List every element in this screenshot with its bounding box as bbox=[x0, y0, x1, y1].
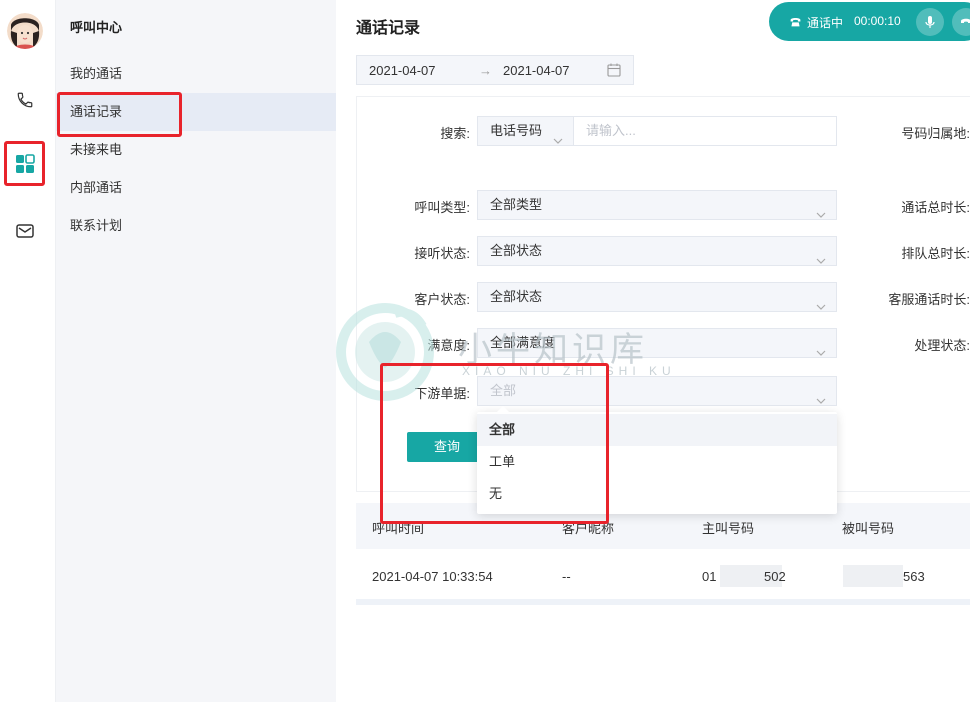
search-input[interactable]: 请输入... bbox=[574, 116, 837, 146]
phone-icon[interactable] bbox=[8, 83, 42, 117]
chevron-down-icon bbox=[816, 338, 826, 366]
arrow-right-icon: → bbox=[479, 62, 492, 78]
handling-status-label: 处理状态: bbox=[914, 338, 970, 353]
dropdown-option-none[interactable]: 无 bbox=[477, 478, 837, 510]
call-status-text: 通话中 bbox=[807, 16, 844, 30]
agent-duration-label: 客服通话时长: bbox=[888, 292, 970, 307]
call-timer: 00:00:10 bbox=[854, 14, 901, 28]
phone-icon bbox=[789, 15, 802, 31]
column-header-call-time[interactable]: 呼叫时间 bbox=[372, 518, 424, 537]
grid-apps-icon[interactable] bbox=[8, 147, 42, 181]
dropdown-option-all[interactable]: 全部 bbox=[477, 414, 837, 446]
column-header-nickname[interactable]: 客户昵称 bbox=[562, 518, 614, 537]
cell-caller-prefix: 01 bbox=[702, 569, 717, 584]
call-type-value: 全部类型 bbox=[490, 197, 543, 212]
chevron-down-icon bbox=[816, 246, 826, 274]
sidebar-item-my-calls[interactable]: 我的通话 bbox=[56, 55, 336, 93]
dropdown-caret bbox=[497, 406, 509, 412]
satisfaction-value: 全部满意度 bbox=[490, 335, 556, 350]
secondary-sidebar: 呼叫中心 我的通话 通话记录 未接来电 内部通话 联系计划 bbox=[56, 0, 336, 702]
column-header-callee[interactable]: 被叫号码 bbox=[842, 518, 894, 537]
region-label: 号码归属地: bbox=[901, 126, 970, 141]
chevron-down-icon bbox=[816, 200, 826, 228]
cell-callee-suffix: 563 bbox=[903, 569, 925, 584]
redacted-block bbox=[843, 565, 903, 587]
calendar-icon[interactable] bbox=[607, 63, 621, 80]
date-range-picker[interactable]: 2021-04-07 → 2021-04-07 bbox=[356, 55, 634, 85]
sidebar-item-contact-plan[interactable]: 联系计划 bbox=[56, 207, 336, 245]
satisfaction-label: 满意度: bbox=[427, 338, 470, 353]
column-header-caller[interactable]: 主叫号码 bbox=[702, 518, 754, 537]
date-end[interactable]: 2021-04-07 bbox=[503, 63, 570, 78]
cell-call-time: 2021-04-07 10:33:54 bbox=[372, 569, 493, 584]
hangup-icon[interactable] bbox=[952, 8, 970, 36]
search-type-select[interactable]: 电话号码 bbox=[477, 116, 574, 146]
page-title: 通话记录 bbox=[356, 20, 421, 37]
table-row[interactable]: 2021-04-07 10:33:54 -- 01 502 563 bbox=[356, 549, 970, 605]
chevron-down-icon bbox=[816, 292, 826, 320]
cell-nickname: -- bbox=[562, 569, 571, 584]
chevron-down-icon bbox=[553, 126, 563, 154]
sidebar-item-call-records[interactable]: 通话记录 bbox=[56, 93, 336, 131]
downstream-dropdown-menu: 全部 工单 无 bbox=[477, 406, 837, 514]
mail-icon[interactable] bbox=[8, 214, 42, 248]
dropdown-option-ticket[interactable]: 工单 bbox=[477, 446, 837, 478]
call-type-label: 呼叫类型: bbox=[414, 200, 470, 215]
search-type-value: 电话号码 bbox=[490, 123, 543, 138]
sidebar-item-internal-calls[interactable]: 内部通话 bbox=[56, 169, 336, 207]
queue-duration-label: 排队总时长: bbox=[901, 246, 970, 261]
total-duration-label: 通话总时长: bbox=[901, 200, 970, 215]
chevron-down-icon bbox=[816, 386, 826, 414]
answer-status-value: 全部状态 bbox=[490, 243, 543, 258]
customer-status-value: 全部状态 bbox=[490, 289, 543, 304]
downstream-value: 全部 bbox=[490, 383, 517, 398]
answer-status-select[interactable]: 全部状态 bbox=[477, 236, 837, 266]
query-button[interactable]: 查询 bbox=[407, 432, 487, 462]
satisfaction-select[interactable]: 全部满意度 bbox=[477, 328, 837, 358]
customer-status-select[interactable]: 全部状态 bbox=[477, 282, 837, 312]
search-label: 搜索: bbox=[440, 126, 470, 141]
avatar[interactable] bbox=[7, 13, 43, 49]
answer-status-label: 接听状态: bbox=[414, 246, 470, 261]
call-type-select[interactable]: 全部类型 bbox=[477, 190, 837, 220]
date-start[interactable]: 2021-04-07 bbox=[369, 63, 436, 78]
downstream-label: 下游单据: bbox=[414, 386, 470, 401]
microphone-icon[interactable] bbox=[916, 8, 944, 36]
icon-rail bbox=[0, 0, 56, 702]
sidebar-item-missed-calls[interactable]: 未接来电 bbox=[56, 131, 336, 169]
customer-status-label: 客户状态: bbox=[414, 292, 470, 307]
call-status-bar: 通话中 00:00:10 bbox=[769, 2, 970, 41]
cell-caller-suffix: 502 bbox=[764, 569, 786, 584]
sidebar-title: 呼叫中心 bbox=[70, 20, 123, 35]
downstream-select[interactable]: 全部 bbox=[477, 376, 837, 406]
